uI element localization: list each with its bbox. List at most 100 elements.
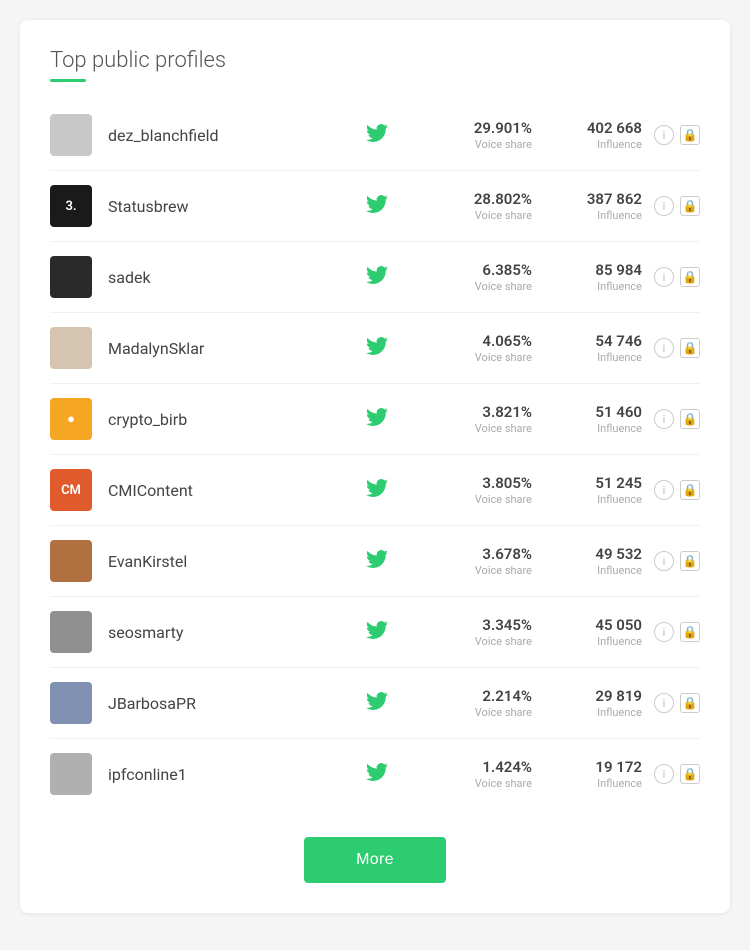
twitter-icon (362, 193, 392, 219)
username-label: seosmarty (108, 623, 362, 642)
profile-list: dez_blanchfield 29.901% Voice share 402 … (50, 100, 700, 809)
lock-icon[interactable]: 🔒 (680, 551, 700, 571)
info-icon[interactable]: i (654, 622, 674, 642)
influence-label: Influence (552, 706, 642, 719)
list-item: sadek 6.385% Voice share 85 984 Influenc… (50, 242, 700, 313)
username-label: ipfconline1 (108, 765, 362, 784)
voice-share-label: Voice share (422, 706, 532, 719)
info-icon[interactable]: i (654, 196, 674, 216)
list-item: seosmarty 3.345% Voice share 45 050 Infl… (50, 597, 700, 668)
voice-share-stat: 2.214% Voice share (422, 687, 532, 720)
avatar: CM (50, 469, 92, 511)
influence-value: 19 172 (552, 758, 642, 778)
twitter-icon (362, 335, 392, 361)
lock-icon[interactable]: 🔒 (680, 125, 700, 145)
voice-share-label: Voice share (422, 635, 532, 648)
list-item: JBarbosaPR 2.214% Voice share 29 819 Inf… (50, 668, 700, 739)
voice-share-label: Voice share (422, 209, 532, 222)
lock-icon[interactable]: 🔒 (680, 764, 700, 784)
twitter-icon (362, 264, 392, 290)
avatar (50, 611, 92, 653)
influence-value: 29 819 (552, 687, 642, 707)
influence-stat: 29 819 Influence (552, 687, 642, 720)
influence-label: Influence (552, 635, 642, 648)
voice-share-value: 6.385% (422, 261, 532, 281)
list-item: ipfconline1 1.424% Voice share 19 172 In… (50, 739, 700, 809)
info-icon[interactable]: i (654, 551, 674, 571)
avatar (50, 114, 92, 156)
info-icon[interactable]: i (654, 409, 674, 429)
lock-icon[interactable]: 🔒 (680, 693, 700, 713)
voice-share-label: Voice share (422, 280, 532, 293)
info-icon[interactable]: i (654, 764, 674, 784)
voice-share-value: 28.802% (422, 190, 532, 210)
lock-icon[interactable]: 🔒 (680, 267, 700, 287)
voice-share-label: Voice share (422, 564, 532, 577)
lock-icon[interactable]: 🔒 (680, 409, 700, 429)
info-icon[interactable]: i (654, 338, 674, 358)
list-item: CM CMIContent 3.805% Voice share 51 245 … (50, 455, 700, 526)
avatar (50, 540, 92, 582)
voice-share-value: 29.901% (422, 119, 532, 139)
influence-label: Influence (552, 209, 642, 222)
voice-share-stat: 3.821% Voice share (422, 403, 532, 436)
lock-icon[interactable]: 🔒 (680, 196, 700, 216)
top-profiles-card: Top public profiles dez_blanchfield 29.9… (20, 20, 730, 913)
more-button-container: More (50, 837, 700, 883)
influence-value: 51 460 (552, 403, 642, 423)
influence-label: Influence (552, 351, 642, 364)
username-label: Statusbrew (108, 197, 362, 216)
voice-share-stat: 28.802% Voice share (422, 190, 532, 223)
lock-icon[interactable]: 🔒 (680, 622, 700, 642)
info-icon[interactable]: i (654, 693, 674, 713)
voice-share-stat: 3.805% Voice share (422, 474, 532, 507)
action-icons: i 🔒 (654, 338, 700, 358)
twitter-icon (362, 406, 392, 432)
voice-share-value: 3.345% (422, 616, 532, 636)
action-icons: i 🔒 (654, 622, 700, 642)
page-title: Top public profiles (50, 48, 700, 73)
voice-share-value: 4.065% (422, 332, 532, 352)
more-button[interactable]: More (304, 837, 446, 883)
influence-stat: 49 532 Influence (552, 545, 642, 578)
influence-label: Influence (552, 493, 642, 506)
avatar: ● (50, 398, 92, 440)
influence-value: 85 984 (552, 261, 642, 281)
twitter-icon (362, 477, 392, 503)
list-item: dez_blanchfield 29.901% Voice share 402 … (50, 100, 700, 171)
voice-share-label: Voice share (422, 422, 532, 435)
username-label: MadalynSklar (108, 339, 362, 358)
voice-share-value: 3.821% (422, 403, 532, 423)
influence-stat: 85 984 Influence (552, 261, 642, 294)
voice-share-stat: 29.901% Voice share (422, 119, 532, 152)
list-item: MadalynSklar 4.065% Voice share 54 746 I… (50, 313, 700, 384)
voice-share-label: Voice share (422, 138, 532, 151)
influence-value: 45 050 (552, 616, 642, 636)
username-label: EvanKirstel (108, 552, 362, 571)
username-label: JBarbosaPR (108, 694, 362, 713)
username-label: crypto_birb (108, 410, 362, 429)
voice-share-value: 1.424% (422, 758, 532, 778)
username-label: dez_blanchfield (108, 126, 362, 145)
action-icons: i 🔒 (654, 551, 700, 571)
influence-stat: 45 050 Influence (552, 616, 642, 649)
info-icon[interactable]: i (654, 267, 674, 287)
influence-stat: 51 460 Influence (552, 403, 642, 436)
list-item: 3. Statusbrew 28.802% Voice share 387 86… (50, 171, 700, 242)
action-icons: i 🔒 (654, 409, 700, 429)
lock-icon[interactable]: 🔒 (680, 338, 700, 358)
voice-share-stat: 1.424% Voice share (422, 758, 532, 791)
action-icons: i 🔒 (654, 267, 700, 287)
lock-icon[interactable]: 🔒 (680, 480, 700, 500)
info-icon[interactable]: i (654, 125, 674, 145)
influence-value: 54 746 (552, 332, 642, 352)
action-icons: i 🔒 (654, 125, 700, 145)
info-icon[interactable]: i (654, 480, 674, 500)
username-label: sadek (108, 268, 362, 287)
twitter-icon (362, 122, 392, 148)
twitter-icon (362, 761, 392, 787)
action-icons: i 🔒 (654, 480, 700, 500)
influence-value: 402 668 (552, 119, 642, 139)
username-label: CMIContent (108, 481, 362, 500)
voice-share-label: Voice share (422, 493, 532, 506)
